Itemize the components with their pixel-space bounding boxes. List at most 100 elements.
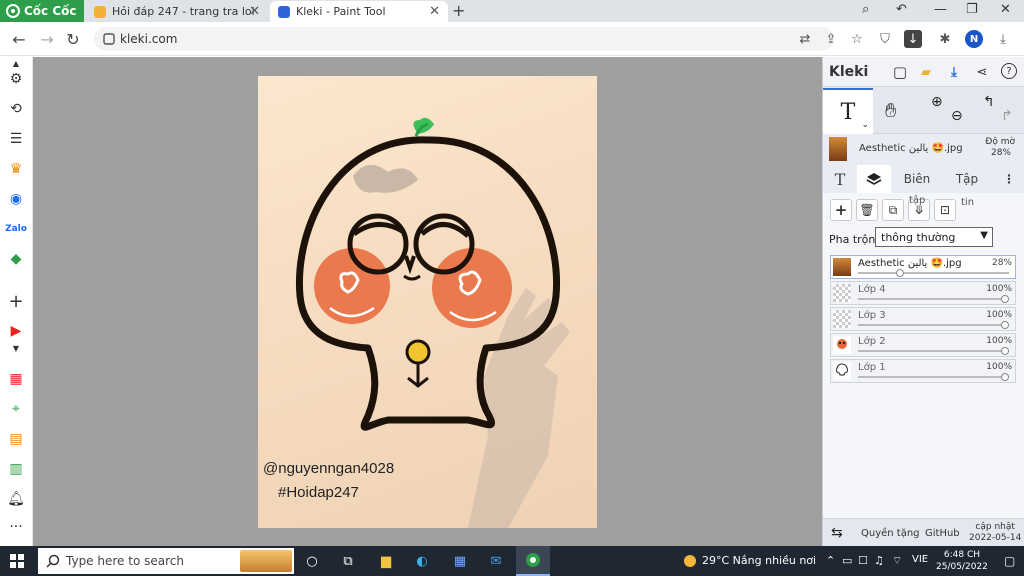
zoom-in-icon[interactable]: ⊕ [931, 94, 943, 110]
layer-opacity-slider[interactable] [858, 295, 1009, 303]
slider-handle[interactable] [1001, 373, 1009, 381]
add-layer-button[interactable]: + [830, 199, 852, 221]
layer-opacity-slider[interactable] [858, 347, 1009, 355]
coccoc-menu-button[interactable]: Cốc Cốc [0, 0, 84, 22]
save-download-icon[interactable]: ⤓ [945, 63, 963, 81]
gear-icon[interactable]: ⚙ [6, 69, 26, 89]
file-explorer-icon[interactable]: ▆ [376, 551, 396, 571]
minimize-icon[interactable]: — [934, 2, 947, 17]
layer-opacity-slider[interactable] [858, 373, 1009, 381]
slider-handle[interactable] [1001, 321, 1009, 329]
tab-layers[interactable] [857, 165, 891, 193]
help-icon[interactable]: ? [1001, 63, 1017, 79]
crown-icon[interactable]: ♛ [6, 159, 26, 179]
layer-row[interactable]: Aesthetic يالين 🤩.jpg 28% [830, 255, 1016, 279]
taskbar-search-box[interactable]: Type here to search [38, 548, 294, 574]
translate-icon[interactable]: ⇄ [796, 30, 814, 48]
wifi-icon[interactable]: ⌔ [892, 554, 902, 568]
mail-icon[interactable]: ✉ [486, 551, 506, 571]
taskbar-clock[interactable]: 6:48 CH 25/05/2022 [936, 549, 988, 573]
cortana-icon[interactable]: ○ [302, 551, 322, 571]
download-page-icon[interactable]: ↓ [904, 30, 922, 48]
restore-icon[interactable]: ❐ [966, 2, 978, 17]
zoom-out-icon[interactable]: ⊖ [951, 108, 963, 124]
address-field[interactable]: kleki.com [94, 27, 834, 51]
network-icon[interactable]: ☐ [858, 554, 868, 567]
tab-edit[interactable]: Biên [895, 165, 939, 193]
back-history-icon[interactable]: ↶ [896, 2, 907, 17]
more-icon[interactable]: ··· [6, 517, 26, 537]
close-window-icon[interactable]: ✕ [1000, 2, 1011, 17]
back-button[interactable]: ← [8, 28, 30, 50]
weather-widget[interactable]: 29°C Nắng nhiều nơi [684, 554, 816, 567]
store-icon[interactable]: ▦ [450, 551, 470, 571]
redo-icon[interactable]: ↱ [1001, 108, 1013, 124]
donate-link[interactable]: Quyền tặng [861, 528, 920, 539]
layer-row[interactable]: Lớp 4 100% [830, 281, 1016, 305]
tray-chevron-icon[interactable]: ⌃ [826, 554, 835, 567]
slider-handle[interactable] [1001, 295, 1009, 303]
edge-icon[interactable]: ◐ [412, 551, 432, 571]
more-options-icon[interactable]: ⋮ [999, 165, 1019, 193]
youtube-icon[interactable]: ▶ [6, 321, 26, 341]
layer-opacity-slider[interactable] [858, 269, 1009, 277]
delete-layer-icon[interactable]: 🗑︎ [856, 199, 878, 221]
new-tab-icon[interactable]: + [452, 1, 465, 20]
map-icon[interactable]: ⌖ [6, 399, 26, 419]
open-folder-icon[interactable]: ▰ [917, 63, 935, 81]
slider-handle[interactable] [1001, 347, 1009, 355]
canvas-workspace[interactable]: @nguyenngan4028 #Hoidap247 [33, 57, 822, 546]
profile-avatar[interactable]: N [965, 30, 983, 48]
github-link[interactable]: GitHub [925, 528, 960, 539]
text-tool-button[interactable]: T ⌄ [823, 88, 873, 134]
add-icon[interactable]: + [6, 291, 26, 312]
tab-hoidap[interactable]: Hỏi đáp 247 - trang tra loi ✕ [86, 1, 268, 22]
undo-icon[interactable]: ↰ [983, 94, 995, 110]
bell-icon[interactable]: 🔔︎ [6, 489, 26, 509]
layer-row[interactable]: Lớp 2 100% [830, 333, 1016, 357]
game-icon[interactable]: ◆ [6, 249, 26, 269]
duplicate-layer-icon[interactable]: ⧉ [882, 199, 904, 221]
slider-handle[interactable] [896, 269, 905, 277]
history-icon[interactable]: ⟲ [6, 99, 26, 119]
messenger-icon[interactable]: ◉ [6, 189, 26, 209]
volume-icon[interactable]: ♫ [874, 554, 884, 567]
tab-search-icon[interactable]: ⌕ [862, 2, 869, 17]
new-image-icon[interactable]: ▢ [891, 63, 909, 81]
downloads-icon[interactable]: ⤓ [994, 30, 1012, 48]
sidebar-expand-icon[interactable]: ▼ [6, 343, 26, 353]
close-tab-icon[interactable]: ✕ [249, 4, 260, 19]
coccoc-taskbar-button[interactable] [516, 546, 550, 576]
close-tab-icon[interactable]: ✕ [429, 4, 440, 19]
share-icon[interactable]: ⋖ [973, 63, 991, 81]
reload-button[interactable]: ↻ [62, 28, 84, 50]
battery-icon[interactable]: ▭ [842, 554, 852, 567]
notes-icon[interactable]: ☰ [6, 129, 26, 149]
chevron-down-icon[interactable]: ⌄ [861, 120, 869, 130]
share-icon[interactable]: ⇪ [822, 30, 840, 48]
sidebar-scroll-up-icon[interactable]: ▲ [6, 59, 26, 68]
zalo-icon[interactable]: Zalo [5, 219, 27, 239]
site-info-icon[interactable] [103, 33, 115, 45]
tab-kleki[interactable]: Kleki - Paint Tool ✕ [270, 1, 448, 22]
swap-sides-icon[interactable]: ⇆ [831, 525, 843, 541]
layer-opacity-slider[interactable] [858, 321, 1009, 329]
sheet-icon[interactable]: ▥ [6, 459, 26, 479]
drawing-canvas[interactable]: @nguyenngan4028 #Hoidap247 [258, 76, 597, 528]
rename-layer-icon[interactable]: ⊡ [934, 199, 956, 221]
layer-row[interactable]: Lớp 3 100% [830, 307, 1016, 331]
layer-row[interactable]: Lớp 1 100% [830, 359, 1016, 383]
bookmark-star-icon[interactable]: ☆ [848, 30, 866, 48]
shop-icon[interactable]: ▤ [6, 429, 26, 449]
tab-file[interactable]: Tập [947, 165, 987, 193]
windows-start-icon[interactable] [10, 554, 24, 568]
calendar-icon[interactable]: ▦ [6, 369, 26, 389]
language-indicator[interactable]: VIE [912, 554, 928, 565]
shield-icon[interactable]: ⛉ [876, 30, 894, 48]
extensions-icon[interactable]: ✱ [936, 30, 954, 48]
task-view-icon[interactable]: ⧉ [338, 551, 358, 571]
tab-text[interactable]: T [823, 165, 857, 193]
blend-mode-select[interactable]: thông thường ▼ [875, 227, 993, 247]
hand-tool-icon[interactable]: ✋︎ [885, 98, 896, 122]
notification-icon[interactable]: ▢ [1004, 554, 1015, 568]
